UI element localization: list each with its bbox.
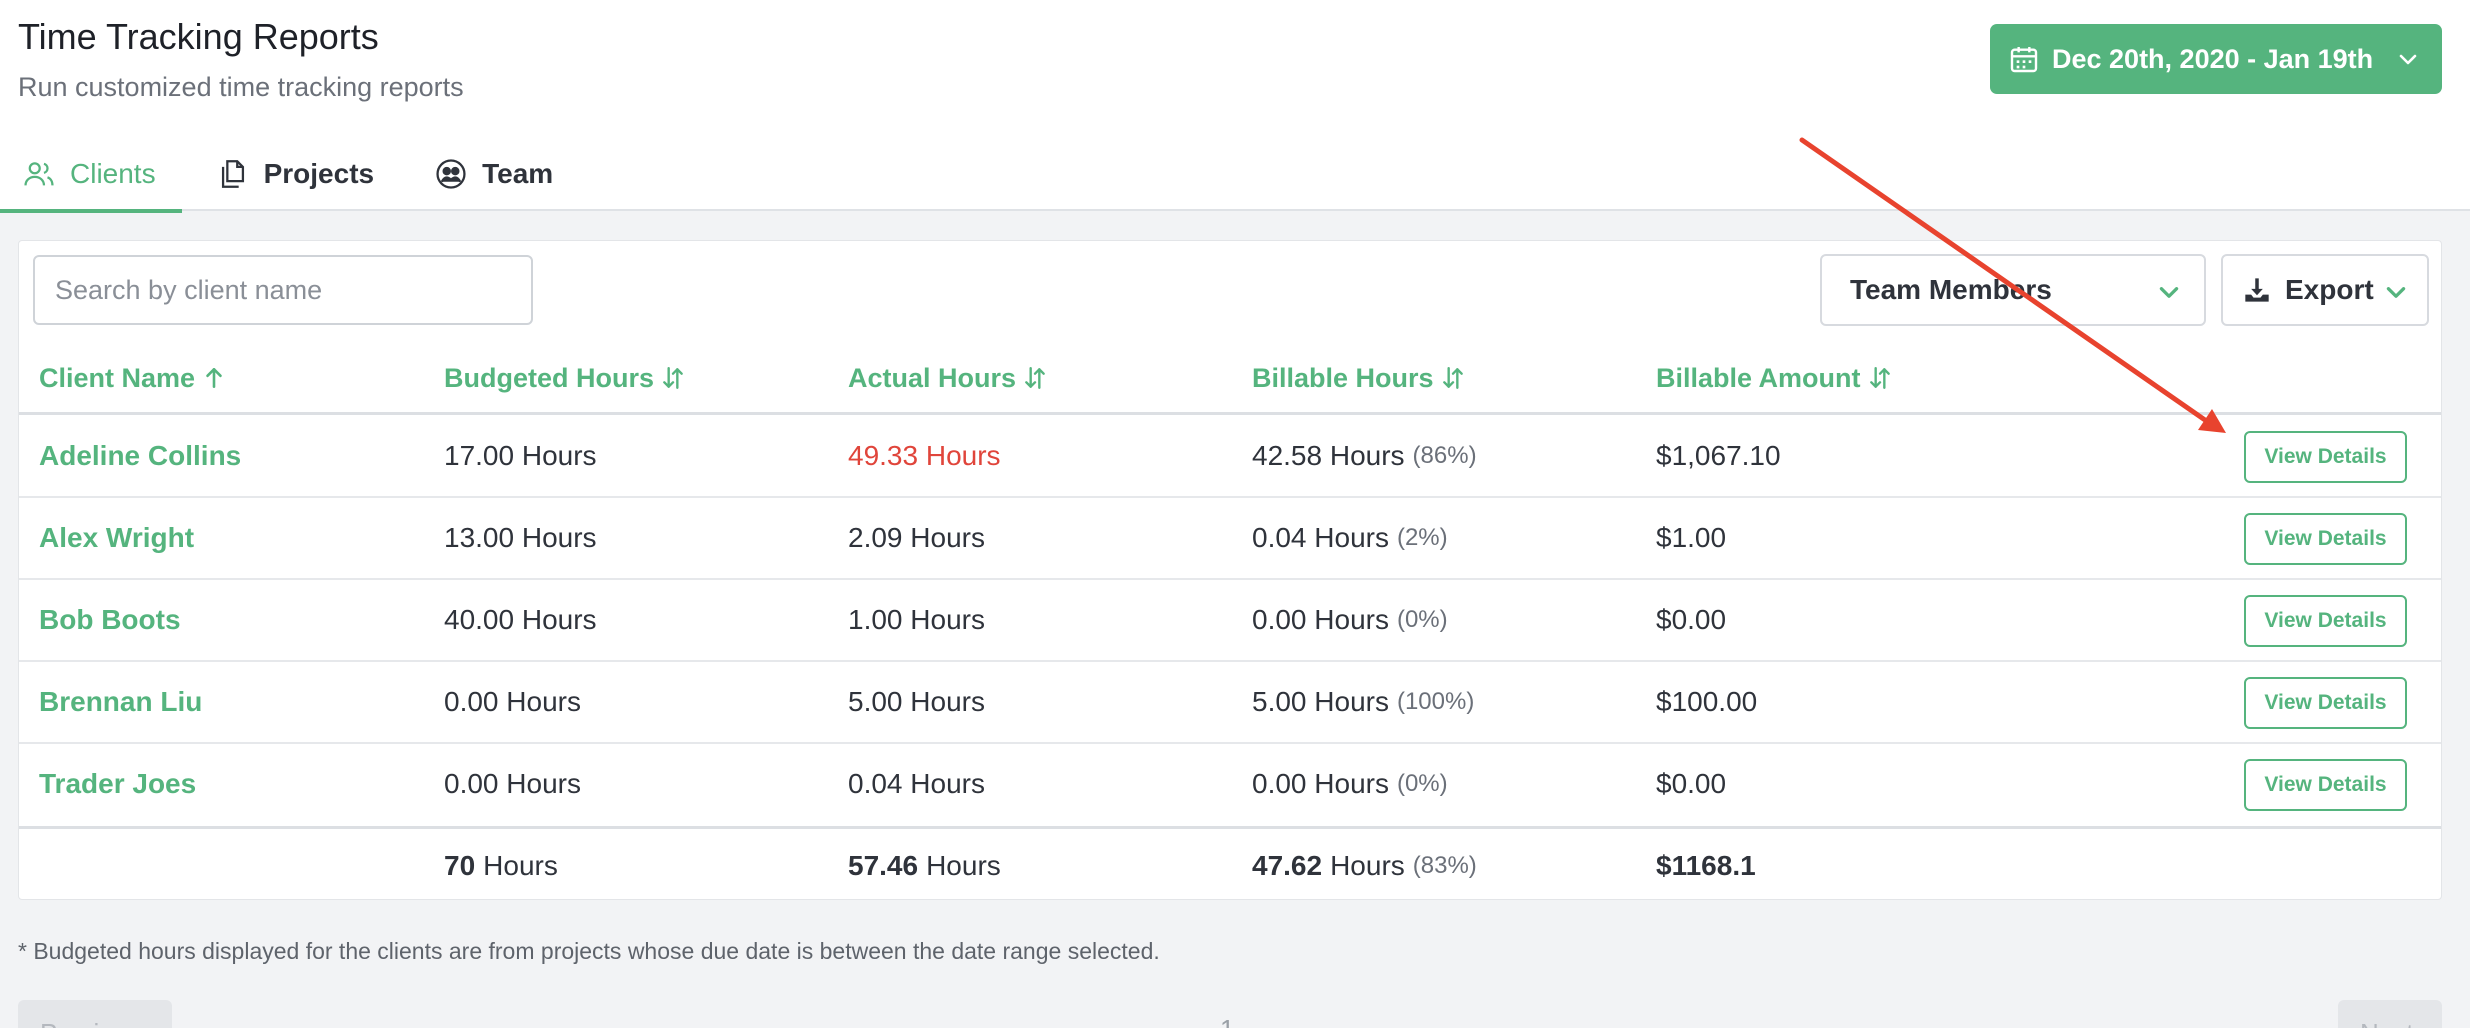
tab-team[interactable]: Team (434, 136, 553, 211)
chevron-down-icon (2159, 287, 2179, 298)
calendar-icon (2010, 47, 2038, 73)
total-actual-hours: 57.46 Hours (848, 850, 1001, 881)
total-budgeted-hours: 70 Hours (444, 850, 558, 881)
tab-team-label: Team (482, 157, 554, 189)
actual-hours-cell: 2.09 Hours (848, 522, 985, 553)
table-header: Client Name Budgeted Hours Actual Hours … (19, 341, 2441, 415)
sort-both-icon (1442, 367, 1463, 389)
client-name-link[interactable]: Bob Boots (39, 580, 181, 660)
client-name-link[interactable]: Brennan Liu (39, 662, 202, 742)
client-name-link[interactable]: Adeline Collins (39, 416, 241, 496)
budgeted-hours-cell: 0.00 Hours (444, 686, 581, 717)
tab-projects[interactable]: Projects (216, 136, 375, 211)
billable-percent: (0%) (1396, 606, 1448, 633)
view-details-button[interactable]: View Details (2244, 431, 2407, 483)
view-details-button[interactable]: View Details (2244, 513, 2407, 565)
actual-hours-cell: 5.00 Hours (848, 686, 985, 717)
chevron-down-icon (2399, 54, 2417, 65)
view-details-button[interactable]: View Details (2244, 677, 2407, 729)
billable-percent: (86%) (1412, 442, 1477, 469)
view-details-button[interactable]: View Details (2244, 595, 2407, 647)
billable-amount-cell: $1,067.10 (1656, 440, 1781, 471)
table-row: Trader Joes 0.00 Hours 0.04 Hours 0.00 H… (19, 744, 2441, 826)
actual-hours-cell: 1.00 Hours (848, 604, 985, 635)
billable-percent: (0%) (1396, 770, 1448, 797)
billable-percent: (2%) (1396, 524, 1448, 551)
budgeted-hours-cell: 0.00 Hours (444, 768, 581, 799)
actual-hours-cell: 0.04 Hours (848, 768, 985, 799)
report-tabs: Clients Projects Team (0, 136, 553, 213)
team-icon (436, 158, 466, 189)
table-row: Bob Boots 40.00 Hours 1.00 Hours 0.00 Ho… (19, 580, 2441, 662)
billable-hours-cell: 0.00 Hours (0%) (1252, 604, 1448, 635)
client-name-link[interactable]: Alex Wright (39, 498, 194, 578)
column-header-actual-hours[interactable]: Actual Hours (848, 341, 1048, 415)
tab-projects-label: Projects (263, 157, 375, 189)
page-title: Time Tracking Reports (18, 16, 379, 57)
sort-both-icon (663, 367, 683, 389)
top-bar: Time Tracking Reports Run customized tim… (0, 0, 2470, 213)
billable-hours-cell: 0.00 Hours (0%) (1252, 768, 1448, 799)
sort-both-icon (1025, 367, 1045, 389)
team-members-label: Team Members (1850, 274, 2052, 305)
clients-report-card: Team Members Export Client Name Budgeted… (18, 240, 2442, 900)
documents-icon (221, 159, 244, 188)
budget-footnote: * Budgeted hours displayed for the clien… (18, 938, 1160, 964)
total-billable-hours: 47.62 Hours (83%) (1252, 850, 1477, 881)
tab-clients[interactable]: Clients (0, 136, 182, 213)
view-details-button[interactable]: View Details (2244, 759, 2407, 811)
client-name-link[interactable]: Trader Joes (39, 744, 196, 824)
date-range-label: Dec 20th, 2020 - Jan 19th (2052, 43, 2374, 74)
chevron-down-icon (2386, 287, 2406, 298)
total-billable-amount: $1168.1 (1656, 850, 1756, 881)
billable-percent: (100%) (1396, 688, 1475, 715)
totals-row: 70 Hours 57.46 Hours 47.62 Hours (83%) $1168… (19, 826, 2441, 900)
billable-amount-cell: $0.00 (1656, 604, 1727, 635)
export-label: Export (2285, 274, 2374, 305)
budgeted-hours-cell: 17.00 Hours (444, 440, 597, 471)
column-header-budgeted-hours[interactable]: Budgeted Hours (444, 341, 686, 415)
column-header-billable-amount[interactable]: Billable Amount (1656, 341, 1893, 415)
actual-hours-cell: 49.33 Hours (848, 440, 1001, 471)
billable-hours-cell: 42.58 Hours (86%) (1252, 440, 1477, 471)
table-row: Alex Wright 13.00 Hours 2.09 Hours 0.04 … (19, 498, 2441, 580)
tab-clients-label: Clients (70, 157, 156, 189)
page-number: 1 (1220, 1014, 1234, 1028)
billable-amount-cell: $0.00 (1656, 768, 1727, 799)
budgeted-hours-cell: 13.00 Hours (444, 522, 597, 553)
team-members-dropdown[interactable]: Team Members (1820, 254, 2206, 326)
sort-ascending-icon (206, 368, 222, 388)
next-page-button[interactable]: Next (2338, 1000, 2442, 1028)
table-row: Adeline Collins 17.00 Hours 49.33 Hours … (19, 416, 2441, 498)
date-range-button[interactable]: Dec 20th, 2020 - Jan 19th (1990, 24, 2442, 94)
budgeted-hours-cell: 40.00 Hours (444, 604, 597, 635)
export-button[interactable]: Export (2221, 254, 2429, 326)
client-search-input[interactable] (33, 255, 533, 325)
users-icon (24, 161, 54, 185)
billable-amount-cell: $1.00 (1656, 522, 1727, 553)
page-subtitle: Run customized time tracking reports (18, 72, 464, 102)
previous-page-button[interactable]: Previous (18, 1000, 172, 1028)
column-header-client-name[interactable]: Client Name (39, 341, 227, 415)
billable-hours-cell: 0.04 Hours (2%) (1252, 522, 1448, 553)
total-billable-percent: (83%) (1412, 852, 1477, 879)
billable-hours-cell: 5.00 Hours (100%) (1252, 686, 1475, 717)
download-icon (2245, 278, 2269, 302)
billable-amount-cell: $100.00 (1656, 686, 1758, 717)
table-row: Brennan Liu 0.00 Hours 5.00 Hours 5.00 H… (19, 662, 2441, 744)
sort-both-icon (1869, 367, 1890, 389)
column-header-billable-hours[interactable]: Billable Hours (1252, 341, 1466, 415)
